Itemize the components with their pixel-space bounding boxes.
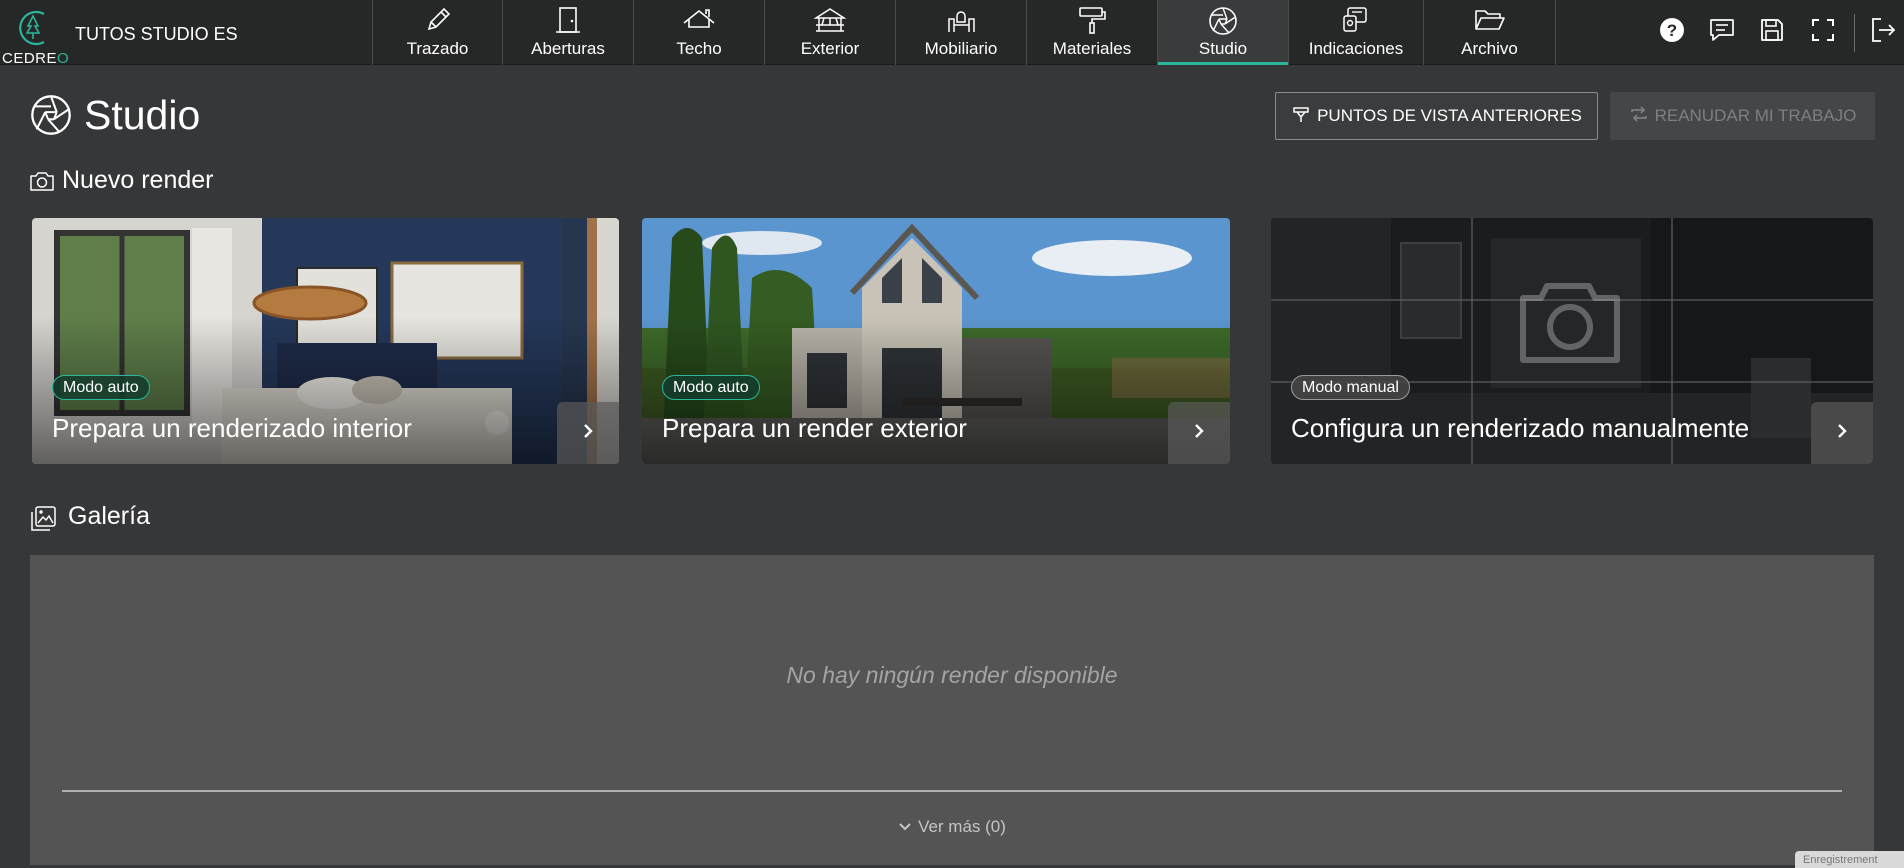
interior-render-card[interactable]: Modo auto Prepara un renderizado interio… — [32, 218, 619, 464]
resume-work-button: REANUDAR MI TRABAJO — [1610, 92, 1875, 140]
logout-icon — [1869, 16, 1897, 49]
aperture-icon — [1207, 5, 1239, 42]
page-title: Studio — [84, 92, 201, 138]
paint-roller-icon — [1075, 5, 1109, 40]
nav-label: Archivo — [1461, 39, 1518, 58]
nav-mobiliario[interactable]: Mobiliario — [895, 0, 1026, 65]
roof-icon — [682, 5, 716, 40]
gallery-title: Galería — [68, 502, 150, 530]
brand: CEDREO TUTOS STUDIO ES — [0, 0, 370, 67]
mode-badge: Modo manual — [1291, 375, 1410, 400]
pencil-icon — [423, 5, 453, 40]
nav-materiales[interactable]: Materiales — [1026, 0, 1157, 65]
gallery-icon — [29, 505, 57, 538]
previous-views-button[interactable]: PUNTOS DE VISTA ANTERIORES — [1275, 92, 1598, 140]
status-tab: Enregistrement — [1795, 851, 1904, 868]
aperture-icon — [28, 92, 74, 143]
nav-label: Techo — [676, 39, 722, 58]
top-bar: CEDREO TUTOS STUDIO ES Trazado Aberturas… — [0, 0, 1904, 67]
nav-label: Studio — [1198, 39, 1248, 58]
fullscreen-button[interactable] — [1808, 17, 1838, 47]
card-arrow-button[interactable] — [1811, 402, 1873, 464]
new-render-title: Nuevo render — [62, 166, 214, 194]
card-arrow-button[interactable] — [557, 402, 619, 464]
resume-work-label: REANUDAR MI TRABAJO — [1654, 106, 1857, 125]
see-more-button[interactable]: Ver más (0) — [30, 817, 1874, 837]
exterior-render-card[interactable]: Modo auto Prepara un render exterior — [642, 218, 1230, 464]
mode-badge: Modo auto — [52, 375, 150, 400]
nav-aberturas[interactable]: Aberturas — [502, 0, 633, 65]
nav-indicaciones[interactable]: Indicaciones — [1288, 0, 1423, 65]
help-button[interactable]: ? — [1657, 17, 1687, 47]
nav-exterior[interactable]: Exterior — [764, 0, 895, 65]
nav-label: Mobiliario — [924, 39, 998, 58]
nav-studio[interactable]: Studio — [1157, 0, 1288, 65]
card-title: Prepara un renderizado interior — [52, 413, 412, 443]
tool-divider — [1854, 14, 1855, 52]
chevron-right-icon — [1193, 423, 1205, 444]
nav-trazado[interactable]: Trazado — [372, 0, 502, 65]
chevron-right-icon — [1836, 423, 1848, 444]
chevron-down-icon — [898, 817, 912, 837]
cedreo-wordmark: CEDREO — [2, 50, 70, 67]
project-name: TUTOS STUDIO ES — [75, 24, 238, 44]
door-icon — [553, 5, 583, 40]
camera-icon — [29, 170, 55, 197]
help-icon: ? — [1659, 17, 1685, 48]
nav-label: Indicaciones — [1308, 39, 1404, 58]
nav-label: Materiales — [1052, 39, 1132, 58]
nav-label: Aberturas — [531, 39, 605, 58]
gallery-empty-message: No hay ningún render disponible — [786, 662, 1118, 688]
nav-techo[interactable]: Techo — [633, 0, 764, 65]
cedreo-tree-icon — [19, 10, 45, 46]
chat-button[interactable] — [1707, 17, 1737, 47]
pergola-icon — [813, 5, 847, 40]
logout-button[interactable] — [1868, 17, 1898, 47]
sync-icon — [1629, 104, 1649, 129]
card-title: Prepara un render exterior — [662, 413, 967, 443]
previous-views-label: PUNTOS DE VISTA ANTERIORES — [1317, 106, 1582, 125]
mode-badge: Modo auto — [662, 375, 760, 400]
chevron-right-icon — [582, 423, 594, 444]
nav-label: Exterior — [800, 39, 860, 58]
cedreo-logo[interactable]: CEDREO — [2, 6, 69, 67]
see-more-label: Ver más (0) — [918, 817, 1006, 836]
card-arrow-button[interactable] — [1168, 402, 1230, 464]
card-title: Configura un renderizado manualmente — [1291, 413, 1750, 443]
save-icon — [1759, 17, 1785, 48]
fullscreen-icon — [1810, 17, 1836, 48]
folder-icon — [1473, 5, 1507, 40]
camera-stand-icon — [1291, 104, 1311, 129]
save-button[interactable] — [1757, 17, 1787, 47]
chat-icon — [1708, 17, 1736, 48]
gallery-divider — [62, 790, 1842, 792]
nav-archivo[interactable]: Archivo — [1423, 0, 1555, 65]
nav-divider — [1555, 0, 1556, 65]
gallery-panel: No hay ningún render disponible Ver más … — [30, 555, 1874, 865]
nav-label: Trazado — [406, 39, 469, 58]
manual-render-card[interactable]: Modo manual Configura un renderizado man… — [1271, 218, 1873, 464]
furniture-icon — [944, 5, 978, 40]
main-nav: Trazado Aberturas Techo Exterior Mobilia… — [372, 0, 1555, 65]
svg-text:?: ? — [1667, 21, 1677, 40]
annotations-icon — [1339, 5, 1373, 40]
